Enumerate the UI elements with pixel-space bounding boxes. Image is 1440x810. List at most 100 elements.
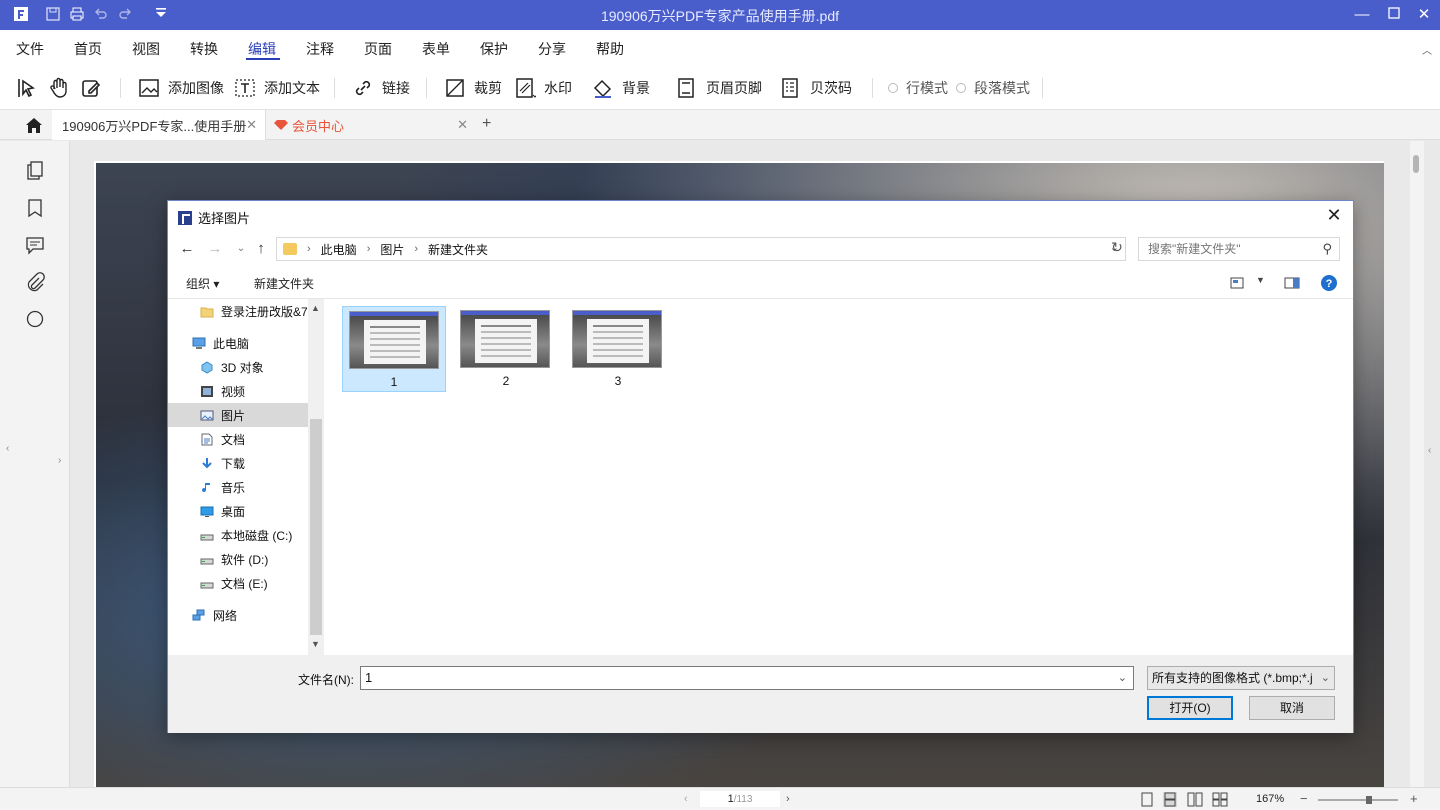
file-thumbnail[interactable]: 2 <box>454 306 558 392</box>
new-tab-button[interactable]: + <box>482 115 491 133</box>
recent-locations-icon[interactable]: ⌄ <box>232 239 250 259</box>
menu-home[interactable]: 首页 <box>74 39 102 59</box>
watermark-button[interactable]: 水印 <box>514 76 572 100</box>
new-folder-button[interactable]: 新建文件夹 <box>254 275 314 292</box>
breadcrumb-this-pc[interactable]: 此电脑 <box>321 241 357 258</box>
thumbnails-icon[interactable] <box>25 161 45 181</box>
menu-share[interactable]: 分享 <box>538 39 566 59</box>
cancel-button[interactable]: 取消 <box>1249 696 1335 720</box>
nav-item[interactable]: 文档 <box>168 427 308 451</box>
continuous-page-icon[interactable] <box>1163 792 1177 807</box>
zoom-level[interactable]: 167% <box>1256 793 1284 805</box>
paragraph-mode-radio[interactable]: 段落模式 <box>956 76 1030 100</box>
prev-page-icon[interactable]: ‹ <box>684 793 688 805</box>
scroll-up-icon[interactable]: ▲ <box>311 303 320 313</box>
refresh-icon[interactable]: ↻ <box>1108 239 1126 257</box>
navigation-scrollbar-thumb[interactable] <box>310 419 322 635</box>
add-text-button[interactable]: 添加文本 <box>234 76 320 100</box>
scrollbar-thumb[interactable] <box>1413 155 1419 173</box>
select-tool[interactable] <box>16 76 46 100</box>
menu-help[interactable]: 帮助 <box>596 39 624 59</box>
link-button[interactable]: 链接 <box>352 76 410 100</box>
view-dropdown-icon[interactable]: ▼ <box>1256 275 1265 285</box>
home-tab-icon[interactable] <box>24 116 44 134</box>
zoom-slider-handle[interactable] <box>1366 796 1372 804</box>
up-arrow-icon[interactable]: ↑ <box>252 239 270 259</box>
nav-item[interactable]: 桌面 <box>168 499 308 523</box>
menu-protect[interactable]: 保护 <box>480 39 508 59</box>
nav-item[interactable]: 3D 对象 <box>168 355 308 379</box>
line-mode-radio[interactable]: 行模式 <box>888 76 948 100</box>
minimize-button[interactable]: — <box>1352 5 1372 25</box>
address-bar[interactable]: › 此电脑 › 图片 › 新建文件夹 ⌄ <box>276 237 1126 261</box>
next-page-icon[interactable]: › <box>786 793 790 805</box>
collapse-ribbon-icon[interactable]: ︿ <box>1422 42 1432 57</box>
forward-arrow-icon[interactable]: → <box>206 239 224 259</box>
breadcrumb-pictures[interactable]: 图片 <box>380 241 404 258</box>
menu-page[interactable]: 页面 <box>364 39 392 59</box>
nav-item[interactable]: 视频 <box>168 379 308 403</box>
crop-button[interactable]: 裁剪 <box>444 76 502 100</box>
two-page-icon[interactable] <box>1187 792 1203 807</box>
edit-tool[interactable] <box>80 76 110 100</box>
nav-item[interactable]: 软件 (D:) <box>168 547 308 571</box>
navigation-scrollbar[interactable]: ▲ ▼ <box>308 299 324 655</box>
open-button[interactable]: 打开(O) <box>1147 696 1233 720</box>
help-icon[interactable]: ? <box>1320 274 1338 292</box>
tab-document-label: 190906万兴PDF专家...使用手册 <box>62 118 247 134</box>
search-input[interactable]: 搜索"新建文件夹" ⚲ <box>1138 237 1340 261</box>
zoom-in-icon[interactable]: + <box>1410 791 1418 806</box>
tab-document[interactable]: 190906万兴PDF专家...使用手册 ✕ <box>52 110 266 140</box>
menu-comment[interactable]: 注释 <box>306 39 334 59</box>
menu-file[interactable]: 文件 <box>16 39 44 59</box>
nav-item[interactable]: 音乐 <box>168 475 308 499</box>
single-page-icon[interactable] <box>1140 792 1154 807</box>
add-image-button[interactable]: 添加图像 <box>138 76 224 100</box>
menu-edit[interactable]: 编辑 <box>248 39 276 59</box>
close-tab-icon[interactable]: ✕ <box>457 117 468 133</box>
bookmark-icon[interactable] <box>25 198 45 218</box>
hand-tool[interactable] <box>48 76 78 100</box>
nav-item[interactable]: 此电脑 <box>168 331 308 355</box>
nav-item[interactable]: 网络 <box>168 603 308 627</box>
panel-collapse-icon[interactable]: ‹ <box>6 443 9 454</box>
bates-button[interactable]: 贝茨码 <box>780 76 852 100</box>
nav-item[interactable]: 登录注册改版&7 <box>168 299 308 323</box>
right-panel-toggle-icon[interactable]: ‹ <box>1428 445 1431 456</box>
filename-input[interactable]: 1 ⌄ <box>360 666 1134 690</box>
page-number-field[interactable]: 1/113 <box>700 791 780 807</box>
document-scrollbar[interactable] <box>1410 141 1424 787</box>
zoom-out-icon[interactable]: − <box>1300 791 1308 806</box>
file-thumbnail[interactable]: 3 <box>566 306 670 392</box>
scroll-down-icon[interactable]: ▼ <box>311 639 320 649</box>
close-tab-icon[interactable]: ✕ <box>246 117 257 133</box>
menu-form[interactable]: 表单 <box>422 39 450 59</box>
nav-item[interactable]: 图片 <box>168 403 308 427</box>
nav-item[interactable]: 本地磁盘 (C:) <box>168 523 308 547</box>
view-options-icon[interactable] <box>1230 277 1244 289</box>
search-circle-icon[interactable] <box>25 309 45 329</box>
background-button[interactable]: 背景 <box>592 76 650 100</box>
breadcrumb-new-folder[interactable]: 新建文件夹 <box>428 241 488 258</box>
organize-button[interactable]: 组织 ▾ <box>186 275 219 292</box>
attachment-icon[interactable] <box>25 272 45 292</box>
dialog-close-button[interactable]: ✕ <box>1321 204 1347 226</box>
filename-dropdown-icon[interactable]: ⌄ <box>1118 667 1127 689</box>
panel-expand-icon[interactable]: › <box>58 455 61 466</box>
header-footer-button[interactable]: 页眉页脚 <box>676 76 762 100</box>
zoom-slider[interactable] <box>1318 796 1398 804</box>
nav-item[interactable]: 下载 <box>168 451 308 475</box>
menu-convert[interactable]: 转换 <box>190 39 218 59</box>
file-type-select[interactable]: 所有支持的图像格式 (*.bmp;*.j ⌄ <box>1147 666 1335 690</box>
menu-view[interactable]: 视图 <box>132 39 160 59</box>
two-page-continuous-icon[interactable] <box>1212 792 1228 807</box>
navigation-pane: 登录注册改版&7 此电脑 3D 对象 视频 图片 文档 下载 音乐 桌面 本地磁盘 (C:) 软件 … <box>168 299 324 655</box>
file-thumbnail[interactable]: 1 <box>342 306 446 392</box>
close-window-button[interactable]: ✕ <box>1414 5 1434 25</box>
preview-pane-icon[interactable] <box>1284 277 1300 289</box>
tab-member-center[interactable]: 会员中心 ✕ <box>268 110 476 140</box>
nav-item[interactable]: 文档 (E:) <box>168 571 308 595</box>
maximize-button[interactable] <box>1384 5 1404 25</box>
back-arrow-icon[interactable]: ← <box>178 239 196 259</box>
comment-icon[interactable] <box>25 235 45 255</box>
